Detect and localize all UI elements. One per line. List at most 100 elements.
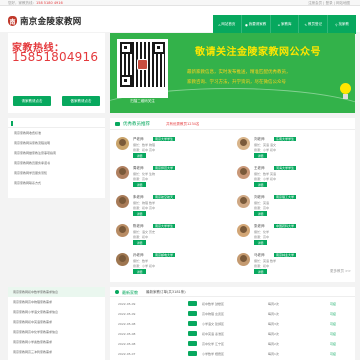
teacher-recommend: 优秀教员推荐 共有优秀教员1234名 严老师 南京大学学生 擅长：数学 物理 授课：初…: [110, 118, 355, 282]
teacher-name[interactable]: 王老师: [254, 166, 265, 171]
order-subject: 高中化学 江宁区: [202, 342, 224, 346]
teacher-detail-button[interactable]: 详细: [133, 182, 146, 187]
lightbulb-icon: [337, 83, 353, 103]
teacher-name[interactable]: 孙老师: [133, 253, 144, 258]
logo-text: 南京金陵家教网: [20, 17, 82, 27]
avatar[interactable]: [237, 137, 250, 150]
teacher-subjects: 擅长：数学: [133, 259, 149, 263]
teacher-name[interactable]: 刘老师: [254, 137, 265, 142]
teacher-grades: 授课：初中: [254, 264, 270, 268]
list-item[interactable]: 南京家教网小学语文家教需求信息: [8, 307, 105, 317]
teacher-count: 共有优秀教员1234名: [166, 121, 200, 126]
table-row[interactable]: 2022-05-08 小学语文 建邺区 每周3次 可接: [118, 319, 350, 329]
teacher-subjects: 擅长：语文 历史: [133, 230, 155, 234]
nav-teacher-register[interactable]: ✎ 教员登记: [298, 15, 327, 34]
nav-tutor-library[interactable]: ≡ 家教库: [269, 15, 299, 34]
order-frequency: 每周1次: [268, 352, 279, 356]
avatar[interactable]: [237, 253, 250, 266]
avatar[interactable]: [237, 166, 250, 179]
teacher-detail-button[interactable]: 详细: [133, 211, 146, 216]
banner-line-2: 家教咨询、学习方法，升学资讯，尽在微信公众号: [187, 80, 286, 85]
teacher-detail-button[interactable]: 详细: [254, 153, 267, 158]
more-teachers-link[interactable]: 更多教员 >>: [330, 269, 351, 274]
avatar[interactable]: [116, 137, 129, 150]
teacher-detail-button[interactable]: 详细: [133, 269, 146, 274]
table-row[interactable]: 2022-05-07 小学数学 栖霞区 每周1次 可接: [118, 349, 350, 359]
home-icon: ⌂: [218, 22, 221, 27]
teacher-subjects: 擅长：英语: [254, 201, 270, 205]
teacher-detail-button[interactable]: 详细: [254, 182, 267, 187]
become-tutor-button[interactable]: 做家教请点击: [62, 96, 100, 106]
list-item[interactable]: 南京家教网高中物理家教需求: [8, 297, 105, 307]
list-item[interactable]: 南京家教网高三冲刺家教需求: [8, 347, 105, 357]
demand-list: 南京家教网初中数学家教需求信息 南京家教网高中物理家教需求 南京家教网小学语文家…: [8, 287, 105, 360]
teacher-grades: 授课：初中 高中: [133, 206, 155, 210]
avatar[interactable]: [237, 195, 250, 208]
orders-subtitle: 最新家教订单(共3181条): [146, 289, 186, 294]
nav-request-tutor[interactable]: ● 我要请家教: [240, 15, 270, 34]
avatar[interactable]: [116, 224, 129, 237]
order-frequency: 每周2次: [268, 332, 279, 336]
list-item[interactable]: 南京家教网请家教流程说明: [8, 138, 105, 148]
table-row[interactable]: 2022-05-09 初中数学 鼓楼区 每周2次 可接: [118, 299, 350, 309]
avatar[interactable]: [116, 166, 129, 179]
list-item[interactable]: 南京家教网高中化学家教需求信息: [8, 327, 105, 337]
teacher-detail-button[interactable]: 详细: [133, 240, 146, 245]
avatar[interactable]: [237, 224, 250, 237]
table-row[interactable]: 2022-05-09 高中物理 玄武区 每周1次 可接: [118, 309, 350, 319]
teacher-detail-button[interactable]: 详细: [254, 211, 267, 216]
order-badge-icon: [188, 311, 197, 316]
school-badge: 河海大学学生: [274, 166, 297, 170]
table-row[interactable]: 2022-05-08 高中化学 江宁区 每周2次 可接: [118, 339, 350, 349]
teacher-detail-button[interactable]: 详细: [254, 240, 267, 245]
order-date: 2022-05-09: [118, 312, 136, 316]
teacher-subjects: 擅长：数学 英语: [254, 172, 276, 176]
school-badge: 南京大学学生: [153, 137, 176, 141]
list-item[interactable]: 南京家教网联系方式: [8, 178, 105, 188]
user-icon: ●: [245, 22, 248, 27]
order-status: 可接: [330, 342, 337, 346]
top-phone: 158 5180 4916: [36, 1, 63, 5]
teacher-subjects: 擅长：英语 数学: [254, 259, 276, 263]
nav-find-tutor[interactable]: ⚲ 找家教: [327, 15, 356, 34]
school-badge: 南京林业大学: [274, 253, 297, 257]
teacher-name[interactable]: 陈老师: [133, 224, 144, 229]
avatar[interactable]: [116, 253, 129, 266]
avatar[interactable]: [116, 195, 129, 208]
teacher-detail-button[interactable]: 详细: [254, 269, 267, 274]
request-tutor-button[interactable]: 请家教请点击: [13, 96, 51, 106]
list-item[interactable]: 南京家教网收费标准: [8, 128, 105, 138]
teacher-name[interactable]: 马老师: [254, 253, 265, 258]
teacher-name[interactable]: 严老师: [133, 137, 144, 142]
teacher-subjects: 擅长：化学: [254, 230, 270, 234]
teacher-name[interactable]: 张老师: [254, 224, 265, 229]
list-item[interactable]: 南京家教网小学奥数家教需求: [8, 337, 105, 347]
school-badge: 南京师范大学: [153, 166, 176, 170]
order-frequency: 每周2次: [268, 302, 279, 306]
list-item[interactable]: 南京家教网学员服务须知: [8, 168, 105, 178]
teacher-detail-button[interactable]: 详细: [133, 153, 146, 158]
teacher-title: 优秀教员推荐: [123, 122, 150, 127]
order-subject: 小学语文 建邺区: [202, 322, 224, 326]
list-item[interactable]: 南京家教网初中英语家教需求: [8, 317, 105, 327]
list-item[interactable]: 南京家教网教员服务承诺书: [8, 158, 105, 168]
teacher-name[interactable]: 朱老师: [133, 195, 144, 200]
teacher-name[interactable]: 周老师: [133, 166, 144, 171]
teacher-name[interactable]: 刘老师: [254, 195, 265, 200]
order-date: 2022-05-08: [118, 322, 136, 326]
school-badge: 南京航空航天: [153, 195, 176, 199]
site-logo[interactable]: 南 南京金陵家教网: [8, 15, 82, 27]
list-item[interactable]: 南京家教网做家教注意事项指南: [8, 148, 105, 158]
order-subject: 初中英语 秦淮区: [202, 332, 224, 336]
nav-home[interactable]: ⌂ 网站首页: [213, 15, 241, 34]
table-row[interactable]: 2022-05-08 初中英语 秦淮区 每周2次 可接: [118, 329, 350, 339]
logo-icon: 南: [8, 16, 17, 26]
order-subject: 小学数学 栖霞区: [202, 352, 224, 356]
info-list: 南京家教网收费标准 南京家教网请家教流程说明 南京家教网做家教注意事项指南 南京…: [8, 118, 105, 198]
order-frequency: 每周3次: [268, 322, 279, 326]
teacher-subjects: 擅长：数学 物理: [133, 143, 155, 147]
wechat-banner[interactable]: 扫描二维码关注 敬请关注金陵家教网公众号 最新家教信息，实时发布推送，精准匹配优…: [110, 33, 355, 113]
order-badge-icon: [188, 351, 197, 356]
teacher-card[interactable]: 孙老师 南京邮电大学 擅长：数学 授课：小学 初中 详细: [116, 252, 228, 286]
list-item[interactable]: 南京家教网初中数学家教需求信息: [8, 287, 105, 297]
